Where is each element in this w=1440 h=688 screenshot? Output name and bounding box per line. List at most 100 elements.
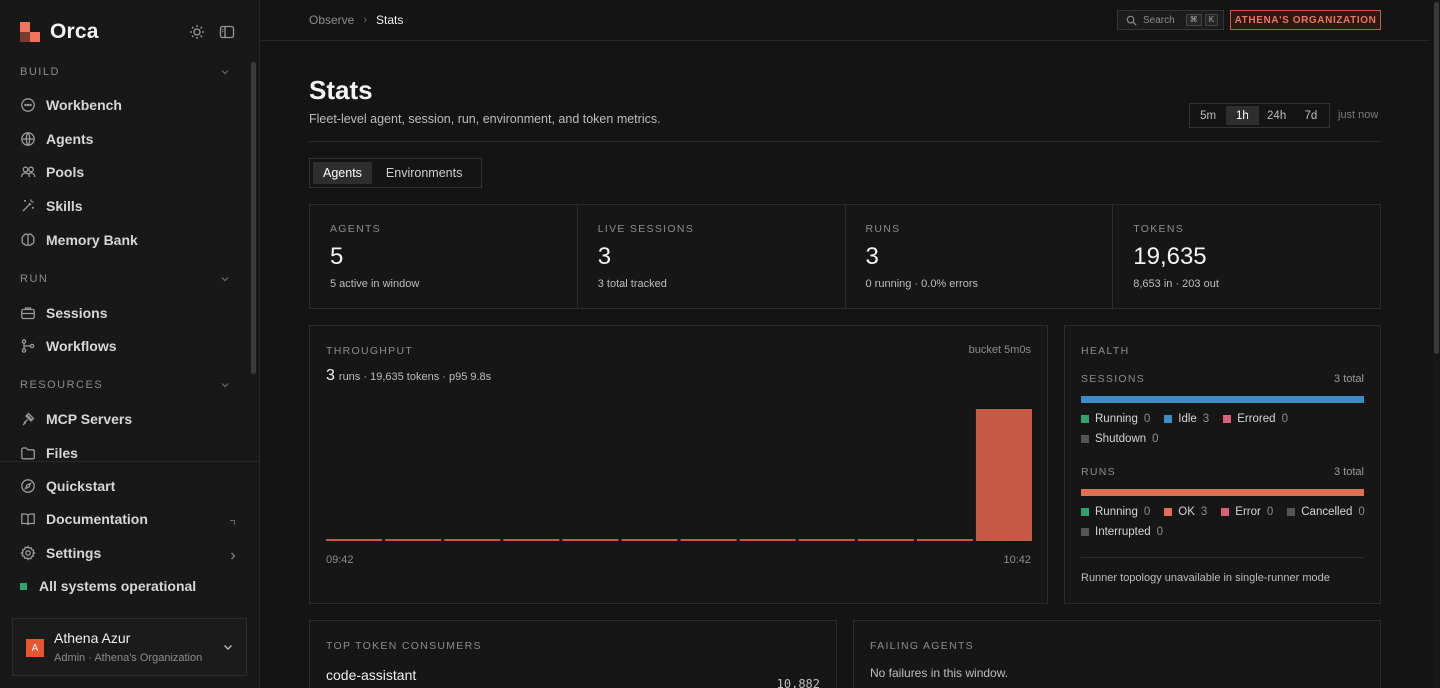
sun-icon[interactable] — [189, 24, 205, 40]
throughput-bar[interactable] — [562, 539, 619, 541]
range-24h[interactable]: 24h — [1261, 106, 1293, 125]
section-resources[interactable]: RESOURCES — [20, 377, 230, 393]
search-button[interactable]: Search ⌘ K — [1117, 10, 1224, 30]
kbd-k: K — [1204, 14, 1219, 26]
legend-running: Running 0 — [1081, 506, 1150, 518]
summary-text: runs · 19,635 tokens · p95 9.8s — [338, 371, 492, 383]
bar-segment — [1081, 396, 1364, 403]
kpi-sub: 0 running · 0.0% errors — [865, 278, 979, 290]
throughput-bar[interactable] — [798, 539, 855, 541]
kpi-value: 3 — [597, 243, 612, 270]
chevron-down-icon — [220, 274, 230, 284]
divider — [309, 141, 1381, 142]
legend-interrupted: Interrupted 0 — [1081, 526, 1163, 538]
kbd-cmd: ⌘ — [1185, 14, 1202, 26]
gear-icon — [20, 545, 36, 561]
throughput-bar[interactable] — [326, 539, 383, 541]
kpi-live-sessions: LIVE SESSIONS 3 3 total tracked — [578, 205, 846, 308]
book-icon — [20, 511, 36, 527]
x-axis-end: 10:42 — [1003, 554, 1031, 566]
throughput-bar[interactable] — [739, 539, 796, 541]
sidebar-toggle-icon[interactable] — [219, 24, 235, 40]
sidebar-item-mcp-servers[interactable]: MCP Servers — [20, 407, 240, 431]
throughput-bar[interactable] — [621, 539, 678, 541]
bar-segment — [1081, 489, 1364, 496]
system-status[interactable]: All systems operational — [20, 574, 240, 598]
sidebar-item-files[interactable]: Files — [20, 441, 240, 460]
sidebar-item-sessions[interactable]: Sessions — [20, 301, 240, 325]
throughput-bar[interactable] — [916, 539, 973, 541]
throughput-bar[interactable] — [680, 539, 737, 541]
legend-cancelled: Cancelled 0 — [1287, 506, 1365, 518]
chat-bubble-icon — [20, 97, 36, 113]
user-role: Admin · Athena's Organization — [54, 652, 203, 664]
legend-shutdown: Shutdown 0 — [1081, 433, 1159, 445]
sidebar-item-workbench[interactable]: Workbench — [20, 93, 240, 117]
sidebar-item-pools[interactable]: Pools — [20, 160, 240, 184]
chevron-right-icon — [228, 548, 238, 560]
orca-logo-icon — [20, 22, 40, 42]
runs-total: 3 total — [1334, 466, 1364, 478]
folder-icon — [20, 445, 36, 460]
sessions-bar — [1081, 396, 1364, 403]
throughput-chart — [326, 409, 1032, 541]
sidebar-item-memory-bank[interactable]: Memory Bank — [20, 228, 240, 252]
throughput-bar[interactable] — [503, 539, 560, 541]
bucket-size: bucket 5m0s — [968, 344, 1031, 356]
sidebar-item-documentation[interactable]: Documentation — [20, 507, 240, 531]
sidebar-item-quickstart[interactable]: Quickstart — [20, 474, 240, 498]
org-switcher[interactable]: ATHENA'S ORGANIZATION — [1230, 10, 1381, 30]
page-scrollbar[interactable] — [1433, 0, 1440, 688]
stats-tabs: Agents Environments — [309, 158, 482, 188]
section-build[interactable]: BUILD — [20, 64, 230, 80]
search-label: Search — [1143, 14, 1175, 26]
topbar: Observe › Stats Search ⌘ K ATHENA'S ORGAN… — [261, 0, 1430, 41]
last-updated: just now — [1338, 109, 1379, 121]
runs-header: RUNS 3 total — [1081, 466, 1364, 478]
sidebar-scrollbar[interactable] — [251, 62, 256, 374]
brand[interactable]: Orca — [20, 20, 99, 44]
sidebar-item-agents[interactable]: Agents — [20, 127, 240, 151]
user-menu[interactable]: A Athena Azur Admin · Athena's Organizat… — [12, 618, 247, 676]
chevron-down-icon — [220, 67, 230, 77]
kpi-row: AGENTS 5 5 active in window LIVE SESSION… — [309, 204, 1381, 309]
range-7d[interactable]: 7d — [1295, 106, 1327, 125]
kpi-label: AGENTS — [330, 223, 381, 235]
tab-environments[interactable]: Environments — [376, 162, 472, 184]
panel-title: TOP TOKEN CONSUMERS — [326, 640, 482, 652]
avatar: A — [26, 639, 44, 657]
kpi-value: 3 — [865, 243, 879, 270]
kpi-value: 5 — [330, 243, 344, 270]
failing-agents-panel: FAILING AGENTS No failures in this windo… — [853, 620, 1381, 688]
sessions-total: 3 total — [1334, 373, 1364, 385]
consumer-name[interactable]: code-assistant — [326, 667, 416, 683]
kpi-sub: 5 active in window — [330, 278, 420, 290]
throughput-bar[interactable] — [444, 539, 501, 541]
panel-title: HEALTH — [1081, 345, 1130, 357]
range-5m[interactable]: 5m — [1192, 106, 1224, 125]
throughput-panel: THROUGHPUT bucket 5m0s 3 runs · 19,635 to… — [309, 325, 1048, 604]
kpi-tokens: TOKENS 19,635 8,653 in · 203 out — [1113, 205, 1380, 308]
sidebar-item-settings[interactable]: Settings — [20, 541, 240, 565]
legend-running: Running 0 — [1081, 413, 1150, 425]
throughput-bar[interactable] — [385, 539, 442, 541]
throughput-bar[interactable] — [975, 409, 1032, 541]
sidebar: Orca BUILD Workbench Agents Pools Skills… — [0, 0, 260, 688]
kpi-agents: AGENTS 5 5 active in window — [310, 205, 578, 308]
throughput-bar[interactable] — [857, 539, 914, 541]
topology-note: Runner topology unavailable in single-ru… — [1081, 572, 1330, 584]
sidebar-item-skills[interactable]: Skills — [20, 194, 240, 218]
status-ok-icon — [20, 582, 27, 590]
tab-agents[interactable]: Agents — [313, 162, 372, 184]
sessions-header: SESSIONS 3 total — [1081, 373, 1364, 385]
runs-legend: Running 0 OK 3 Error 0 Cancelled 0 Interrupt… — [1081, 506, 1371, 538]
kpi-label: LIVE SESSIONS — [597, 223, 695, 235]
empty-state: No failures in this window. — [870, 666, 1009, 680]
range-1h[interactable]: 1h — [1226, 106, 1259, 125]
section-run[interactable]: RUN — [20, 271, 230, 287]
throughput-summary: 3 runs · 19,635 tokens · p95 9.8s — [326, 367, 491, 385]
user-name: Athena Azur — [54, 630, 131, 646]
legend-errored: Errored 0 — [1223, 413, 1288, 425]
sidebar-item-workflows[interactable]: Workflows — [20, 334, 240, 358]
breadcrumb-observe[interactable]: Observe — [309, 13, 354, 27]
